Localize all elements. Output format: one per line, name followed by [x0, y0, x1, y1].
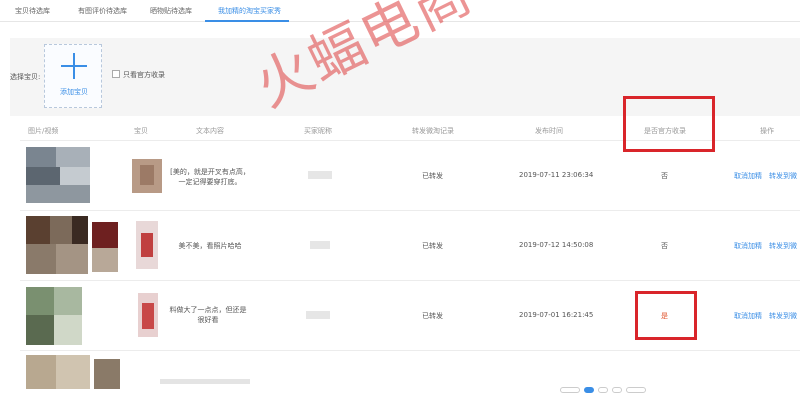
review-text: 美不美，看照片哈哈	[178, 242, 242, 250]
table-row: 美不美，看照片哈哈 已转发 2019-07-12 14:50:08 否 取消加精…	[20, 210, 800, 280]
select-item-label: 选择宝贝:	[10, 73, 41, 81]
official-status: 否	[661, 242, 668, 250]
plus-icon	[61, 53, 87, 79]
add-item-label: 添加宝贝	[60, 88, 88, 96]
item-thumbnail[interactable]	[136, 221, 158, 269]
header-actions: 操作	[760, 127, 774, 135]
publish-time: 2019-07-12 14:50:08	[519, 241, 594, 249]
cancel-featured-button[interactable]: 取消加精	[734, 171, 762, 181]
official-yes-highlight	[635, 291, 697, 340]
item-thumbnail[interactable]	[138, 293, 158, 337]
header-buyer: 买家昵称	[304, 127, 332, 135]
page-2-button[interactable]	[598, 387, 608, 393]
buyer-nickname	[310, 241, 330, 249]
publish-time: 2019-07-11 23:06:34	[519, 171, 594, 179]
cancel-featured-button[interactable]: 取消加精	[734, 311, 762, 321]
media-thumbnail[interactable]	[26, 287, 82, 345]
buyer-nickname	[308, 171, 332, 179]
pagination	[560, 387, 800, 393]
header-forward: 转发微淘记录	[412, 127, 454, 135]
tab-my-featured[interactable]: 我加精的淘宝买家秀	[218, 6, 281, 16]
official-column-highlight	[623, 96, 715, 152]
header-item: 宝贝	[134, 127, 148, 135]
header-media: 图片/视频	[28, 127, 59, 135]
item-thumbnail[interactable]	[132, 159, 162, 193]
forward-button[interactable]: 转发到微	[769, 171, 797, 181]
page-next-button[interactable]	[626, 387, 646, 393]
page-1-button[interactable]	[584, 387, 594, 393]
media-thumbnail[interactable]	[26, 216, 118, 274]
publish-time: 2019-07-01 16:21:45	[519, 311, 594, 319]
buyer-nickname	[306, 311, 330, 319]
add-item-button[interactable]: 添加宝贝	[44, 44, 102, 108]
header-time: 发布时间	[535, 127, 563, 135]
tab-showcase-pool[interactable]: 晒物贴待选库	[150, 6, 192, 16]
page-3-button[interactable]	[612, 387, 622, 393]
forward-status: 已转发	[422, 172, 443, 180]
official-status: 否	[661, 172, 668, 180]
review-text: [美的，就是开叉有点高，一定记得要穿打底。	[170, 168, 250, 186]
forward-button[interactable]: 转发到微	[769, 241, 797, 251]
review-text: 料做大了一点点，但还是很好看	[169, 306, 247, 324]
official-only-checkbox[interactable]	[112, 70, 120, 78]
media-thumbnail[interactable]	[26, 147, 90, 203]
forward-status: 已转发	[422, 312, 443, 320]
forward-status: 已转发	[422, 242, 443, 250]
active-tab-indicator	[205, 20, 289, 22]
header-text: 文本内容	[196, 127, 224, 135]
official-only-label[interactable]: 只看官方收录	[123, 70, 165, 80]
review-text	[160, 379, 250, 384]
cancel-featured-button[interactable]: 取消加精	[734, 241, 762, 251]
tab-item-pool[interactable]: 宝贝待选库	[15, 6, 50, 16]
tab-review-pool[interactable]: 有图评价待选库	[78, 6, 127, 16]
forward-button[interactable]: 转发到微	[769, 311, 797, 321]
media-thumbnail[interactable]	[26, 355, 120, 389]
page-prev-button[interactable]	[560, 387, 580, 393]
